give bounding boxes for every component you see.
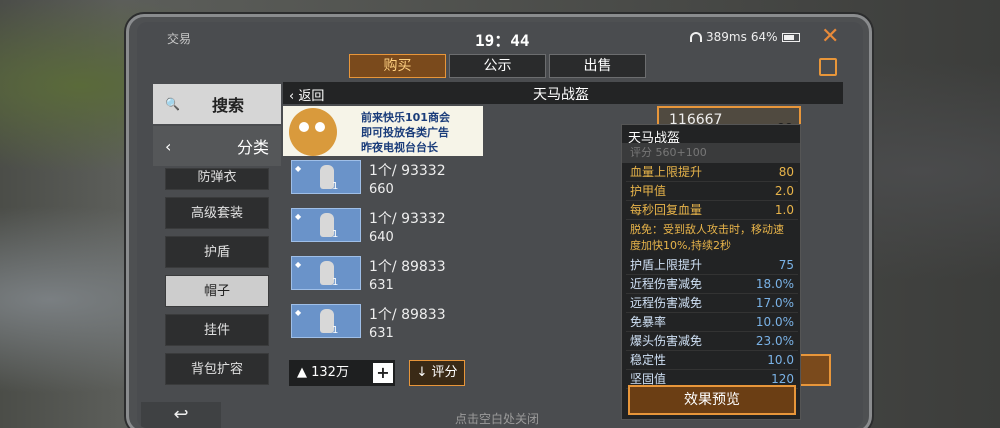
mascot-image — [289, 108, 337, 156]
listing-score: 660 — [369, 182, 394, 197]
listing-row[interactable]: ◆ 1 1个/ 93332 660 — [283, 158, 479, 204]
subcat-shield[interactable]: 护盾 — [165, 236, 269, 268]
skill-description: 脱免：受到敌人攻击时，移动速度加快10%,持续2秒 — [630, 223, 784, 252]
ping-text: 389ms — [706, 30, 747, 44]
chevron-left-icon: ‹ — [165, 136, 172, 156]
currency-amount: 132万 — [311, 365, 349, 380]
gem-icon: ◆ — [295, 164, 302, 173]
effect-preview-button[interactable]: 效果预览 — [628, 385, 796, 415]
close-hint: 点击空白处关闭 — [455, 412, 540, 426]
stat-row: 远程伤害减免 17.0% — [626, 294, 798, 313]
listing-row[interactable]: ◆ 1 1个/ 93332 640 — [283, 206, 479, 252]
clock: 19：44 — [475, 31, 530, 50]
close-icon[interactable]: ✕ — [821, 24, 839, 49]
sort-arrow-icon: ↓ — [416, 365, 428, 380]
item-tooltip: 天马战盔 评分 560+100 血量上限提升 80 护甲值 2.0 每秒回复血量 1.… — [621, 124, 801, 420]
add-currency-button[interactable]: + — [373, 363, 393, 383]
stat-list: 血量上限提升 80 护甲值 2.0 每秒回复血量 1.0 脱免：受到敌人攻击时，移动速… — [626, 163, 798, 389]
item-header: ‹ 返回 天马战盔 — [283, 82, 843, 104]
tab-publicity[interactable]: 公示 — [449, 54, 546, 78]
listing-price: 1个/ 89833 — [369, 259, 446, 275]
listing-score: 631 — [369, 326, 394, 341]
banner-line: 前来快乐101商会 — [361, 111, 450, 124]
listing-row[interactable]: ◆ 1 1个/ 89833 631 — [283, 254, 479, 300]
listing-price: 1个/ 89833 — [369, 307, 446, 323]
listing-score: 631 — [369, 278, 394, 293]
listing-list: ◆ 1 1个/ 93332 660 ◆ 1 1个/ 93332 640 ◆ 1 1个/… — [283, 158, 479, 350]
trade-screen: 交易 19：44 389ms 64% ✕ 购买 公示 出售 🔍 搜索 ‹ 分类 … — [137, 22, 863, 428]
clipboard-icon[interactable] — [819, 58, 837, 76]
back-button[interactable]: ‹ 返回 — [289, 85, 324, 104]
return-arrow-button[interactable]: ↩ — [141, 402, 221, 428]
tab-buy[interactable]: 购买 — [349, 54, 446, 78]
listing-score: 640 — [369, 230, 394, 245]
app-title: 交易 — [167, 32, 192, 46]
listing-price: 1个/ 93332 — [369, 163, 446, 179]
gem-icon: ◆ — [295, 260, 302, 269]
score-label: 评分 — [431, 365, 458, 380]
wifi-icon — [690, 32, 702, 42]
item-title: 天马战盔 — [533, 87, 589, 103]
category-label: 分类 — [236, 138, 269, 157]
gem-icon: ◆ — [295, 308, 302, 317]
stat-row: 护甲值 2.0 — [626, 182, 798, 201]
stat-row: 护盾上限提升 75 — [626, 256, 798, 275]
helmet-thumbnail: ◆ 1 — [291, 208, 361, 242]
search-label: 搜索 — [211, 96, 244, 115]
subcategory-list: 防弹衣 高级套装 护盾 帽子 挂件 背包扩容 — [165, 168, 269, 392]
subcat-pendant[interactable]: 挂件 — [165, 314, 269, 346]
status-bar: 交易 19：44 389ms 64% ✕ — [137, 22, 863, 52]
main-tabs: 购买 公示 出售 — [349, 54, 646, 78]
gem-icon: ◆ — [295, 212, 302, 221]
listing-price: 1个/ 93332 — [369, 211, 446, 227]
stat-row: 每秒回复血量 1.0 — [626, 201, 798, 220]
helmet-thumbnail: ◆ 1 — [291, 160, 361, 194]
stat-row: 稳定性 10.0 — [626, 351, 798, 370]
helmet-thumbnail: ◆ 1 — [291, 304, 361, 338]
tooltip-overlap-text: 评分 560+100 — [622, 143, 800, 163]
back-label: 返回 — [298, 89, 325, 104]
network-status: 389ms 64% — [690, 30, 800, 44]
stat-row: 近程伤害减免 18.0% — [626, 275, 798, 294]
battery-icon — [781, 32, 800, 42]
category-button[interactable]: ‹ 分类 — [153, 126, 281, 166]
banner-line: 昨夜电视台台长 — [361, 141, 438, 154]
helmet-thumbnail: ◆ 1 — [291, 256, 361, 290]
stat-row: 免暴率 10.0% — [626, 313, 798, 332]
banner-text: 前来快乐101商会 即可投放各类广告 昨夜电视台台长 — [361, 110, 450, 155]
battery-text: 64% — [750, 30, 778, 44]
sort-by-score-button[interactable]: ↓ 评分 — [409, 360, 465, 386]
tab-sell[interactable]: 出售 — [549, 54, 646, 78]
ad-banner[interactable]: 前来快乐101商会 即可投放各类广告 昨夜电视台台长 — [283, 106, 483, 156]
search-button[interactable]: 🔍 搜索 — [153, 84, 281, 124]
listing-row[interactable]: ◆ 1 1个/ 89833 631 — [283, 302, 479, 348]
subcat-helmet[interactable]: 帽子 — [165, 275, 269, 307]
subcat-premium-set[interactable]: 高级套装 — [165, 197, 269, 229]
subcat-body-armor[interactable]: 防弹衣 — [165, 168, 269, 190]
stat-row: 爆头伤害减免 23.0% — [626, 332, 798, 351]
banner-line: 即可投放各类广告 — [361, 126, 449, 139]
search-icon: 🔍 — [165, 97, 180, 111]
stat-row: 血量上限提升 80 — [626, 163, 798, 182]
subcat-backpack-expansion[interactable]: 背包扩容 — [165, 353, 269, 385]
